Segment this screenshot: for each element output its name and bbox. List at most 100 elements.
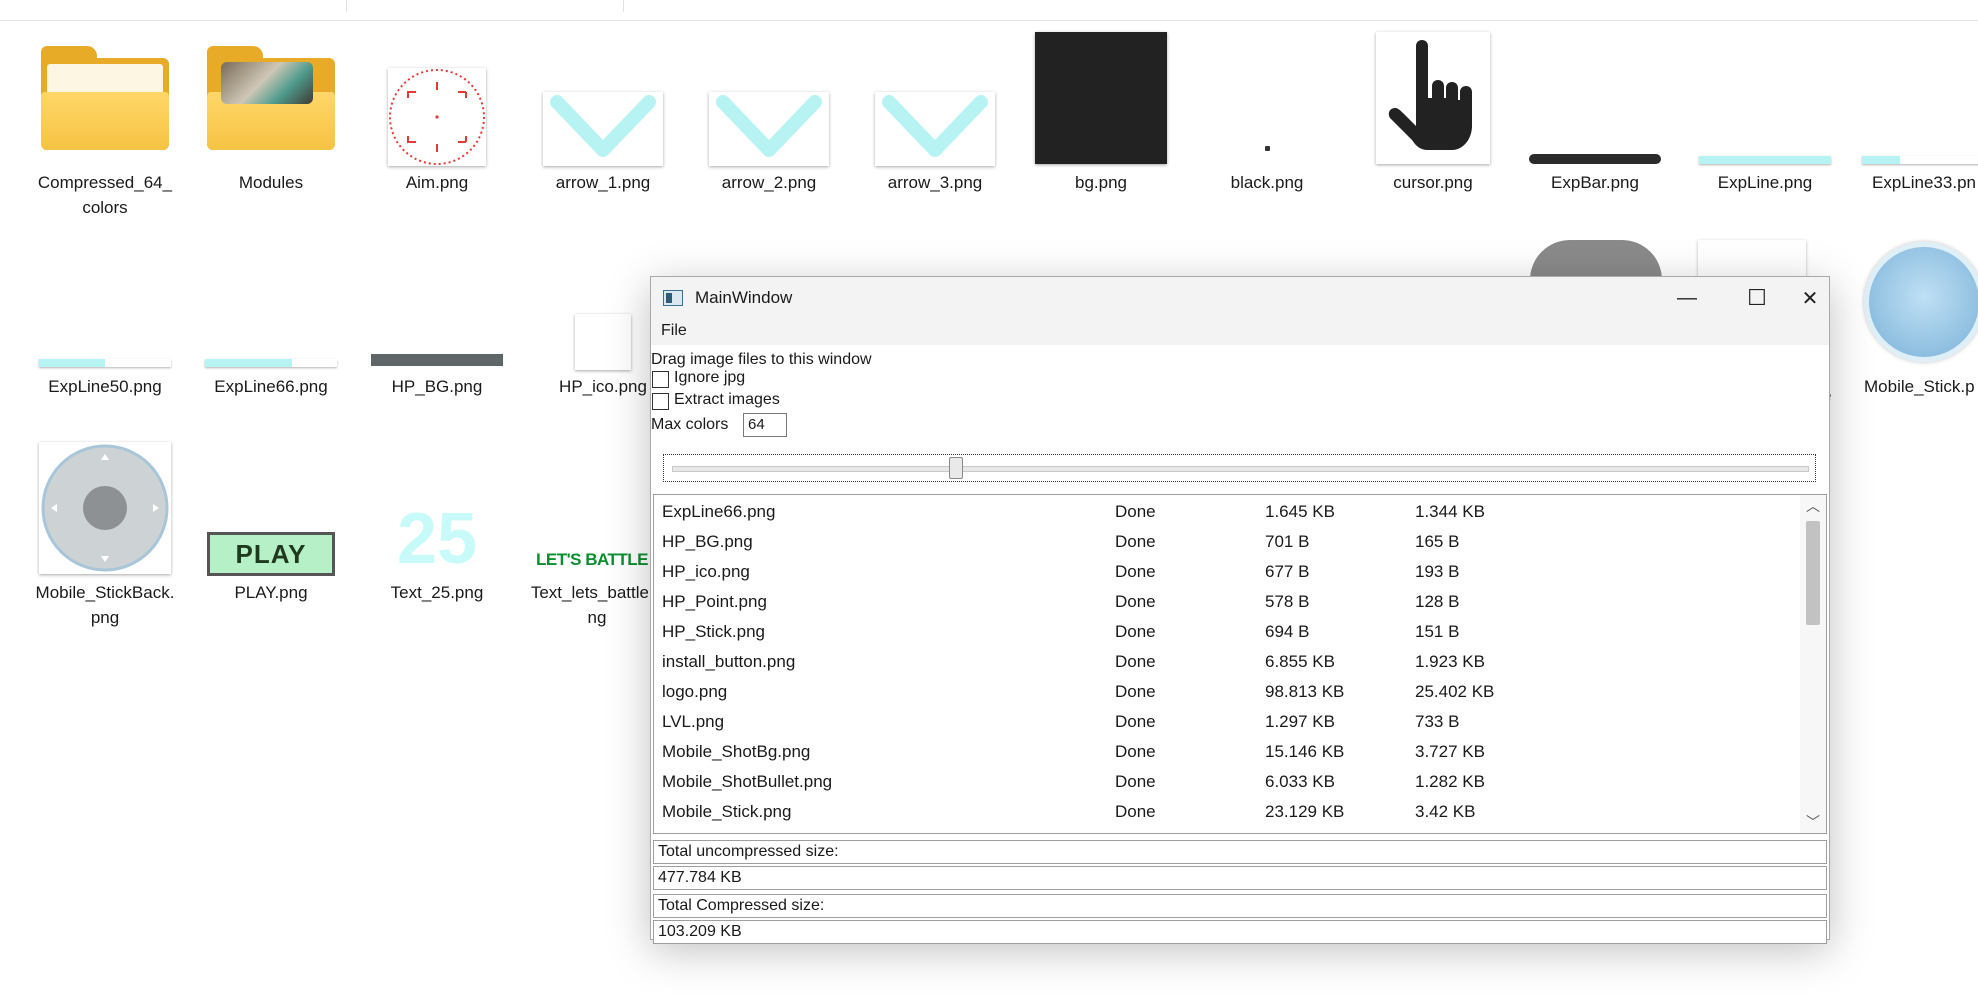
chevron-up-icon[interactable]: ︿ [1800,495,1826,517]
file-label: ExpLine50.png [48,377,162,396]
table-row[interactable]: HP_Stick.png Done 694 B 151 B [654,617,1794,647]
file-item-modules-folder[interactable]: Modules [196,30,346,195]
minimize-icon: — [1677,286,1697,309]
file-label: ExpBar.png [1551,173,1639,192]
cell-compressed: 128 B [1415,592,1460,611]
cell-name: LVL.png [662,712,725,731]
table-row[interactable]: ExpLine66.png Done 1.645 KB 1.344 KB [654,497,1794,527]
file-label: Text_lets_battle.p ng [530,583,648,627]
file-item-expline50[interactable]: ExpLine50.png [30,234,180,399]
table-row[interactable]: Mobile_ShotBullet.png Done 6.033 KB 1.282 K… [654,767,1794,797]
file-item-arrow-1[interactable]: arrow_1.png [528,30,678,195]
table-row[interactable]: HP_BG.png Done 701 B 165 B [654,527,1794,557]
file-item-expline66[interactable]: ExpLine66.png [196,234,346,399]
maximize-button[interactable]: ☐ [1722,277,1792,319]
file-item-expline[interactable]: ExpLine.png [1690,30,1840,195]
textbattle-thumbnail: LET'S BATTLE [536,550,648,569]
total-uncompressed-value[interactable]: 477.784 KB [653,866,1827,890]
max-colors-slider[interactable] [663,454,1816,482]
hpbg-thumbnail [371,354,503,366]
main-window[interactable]: MainWindow — ☐ ✕ File Drag image files t… [650,276,1830,944]
file-item-aim[interactable]: Aim.png [362,30,512,195]
file-label: PLAY.png [234,583,308,602]
cell-compressed: 3.42 KB [1415,802,1476,821]
hidden-thumbnail [1530,240,1662,280]
chevron-down-icon [716,95,822,157]
slider-handle[interactable] [948,457,963,479]
file-item-mobile-stickback[interactable]: Mobile_StickBack. png [30,440,180,630]
file-item-black[interactable]: black.png [1192,30,1342,195]
hand-cursor-icon [1388,40,1472,150]
file-label: ExpLine33.pn [1872,173,1976,192]
file-item-arrow-3[interactable]: arrow_3.png [860,30,1010,195]
cell-compressed: 1.282 KB [1415,772,1485,791]
ignore-jpg-checkbox[interactable] [652,371,669,388]
cell-original: 1.645 KB [1265,502,1335,521]
file-label: black.png [1230,173,1304,192]
extract-images-checkbox[interactable] [652,393,669,410]
table-row[interactable]: LVL.png Done 1.297 KB 733 B [654,707,1794,737]
chevron-down-icon[interactable]: ﹀ [1800,811,1826,833]
table-row[interactable]: HP_Point.png Done 578 B 128 B [654,587,1794,617]
file-label: bg.png [1075,173,1127,192]
file-item-text-lets-battle[interactable]: LET'S BATTLE Text_lets_battle.p ng [528,440,648,630]
window-content: Drag image files to this window Ignore j… [651,345,1829,944]
hidden-thumbnail [1698,240,1806,280]
file-item-text25[interactable]: 25 Text_25.png [362,440,512,605]
file-item-compressed-folder[interactable]: Compressed_64_ colors [30,30,180,220]
max-colors-label: Max colors [651,416,729,433]
chevron-down-icon [550,95,656,157]
aim-thumbnail [388,68,486,166]
file-label: arrow_2.png [721,173,817,192]
cell-name: ExpLine66.png [662,502,776,521]
cell-compressed: 193 B [1415,562,1460,581]
total-compressed-value[interactable]: 103.209 KB [653,920,1827,944]
file-label: arrow_3.png [887,173,983,192]
cell-status: Done [1115,592,1156,611]
file-item-cursor[interactable]: cursor.png [1358,30,1508,195]
table-row[interactable]: Mobile_ShotBg.png Done 15.146 KB 3.727 KB [654,737,1794,767]
cell-status: Done [1115,532,1156,551]
title-bar[interactable]: MainWindow — ☐ ✕ [651,277,1829,319]
table-row[interactable]: logo.png Done 98.813 KB 25.402 KB [654,677,1794,707]
file-item-hp-bg[interactable]: HP_BG.png [362,234,512,399]
folder-icon [207,46,335,150]
scrollbar-thumb[interactable] [1806,521,1820,625]
file-label: Mobile_Stick.p [1864,377,1975,396]
file-item-mobile-stick[interactable]: Mobile_Stick.p [1852,234,1978,399]
table-row[interactable]: Mobile_Stick.png Done 23.129 KB 3.42 KB [654,797,1794,827]
cell-status: Done [1115,742,1156,761]
arrow-thumbnail [543,92,663,166]
aim-image [389,69,485,165]
table-row[interactable]: install_button.png Done 6.855 KB 1.923 KB [654,647,1794,677]
table-row[interactable]: HP_ico.png Done 677 B 193 B [654,557,1794,587]
file-item-arrow-2[interactable]: arrow_2.png [694,30,844,195]
file-item-play[interactable]: PLAY PLAY.png [196,440,346,605]
file-item-bg[interactable]: bg.png [1026,30,1176,195]
file-table[interactable]: ExpLine66.png Done 1.645 KB 1.344 KB HP_BG.p… [653,494,1827,834]
cell-status: Done [1115,562,1156,581]
cell-original: 701 B [1265,532,1310,551]
cell-original: 98.813 KB [1265,682,1345,701]
minimize-button[interactable]: — [1652,277,1722,319]
file-label: HP_BG.png [391,377,483,396]
file-label: Aim.png [405,173,469,192]
vertical-scrollbar[interactable]: ︿ ﹀ [1800,495,1826,833]
file-item-expbar[interactable]: ExpBar.png [1520,30,1670,195]
cell-original: 15.146 KB [1265,742,1345,761]
bg-thumbnail [1035,32,1167,164]
arrow-thumbnail [875,92,995,166]
cell-original: 694 B [1265,622,1310,641]
cell-status: Done [1115,712,1156,731]
close-button[interactable]: ✕ [1792,277,1828,319]
max-colors-input[interactable]: 64 [743,413,787,437]
file-item-expline33[interactable]: ExpLine33.pn [1852,30,1978,195]
cell-name: Mobile_ShotBullet.png [662,772,833,791]
cell-compressed: 151 B [1415,622,1460,641]
menu-file[interactable]: File [651,319,697,343]
app-icon [663,290,683,306]
expline-thumbnail [205,359,337,367]
cell-original: 6.855 KB [1265,652,1335,671]
maximize-icon: ☐ [1747,285,1767,310]
cell-compressed: 3.727 KB [1415,742,1485,761]
